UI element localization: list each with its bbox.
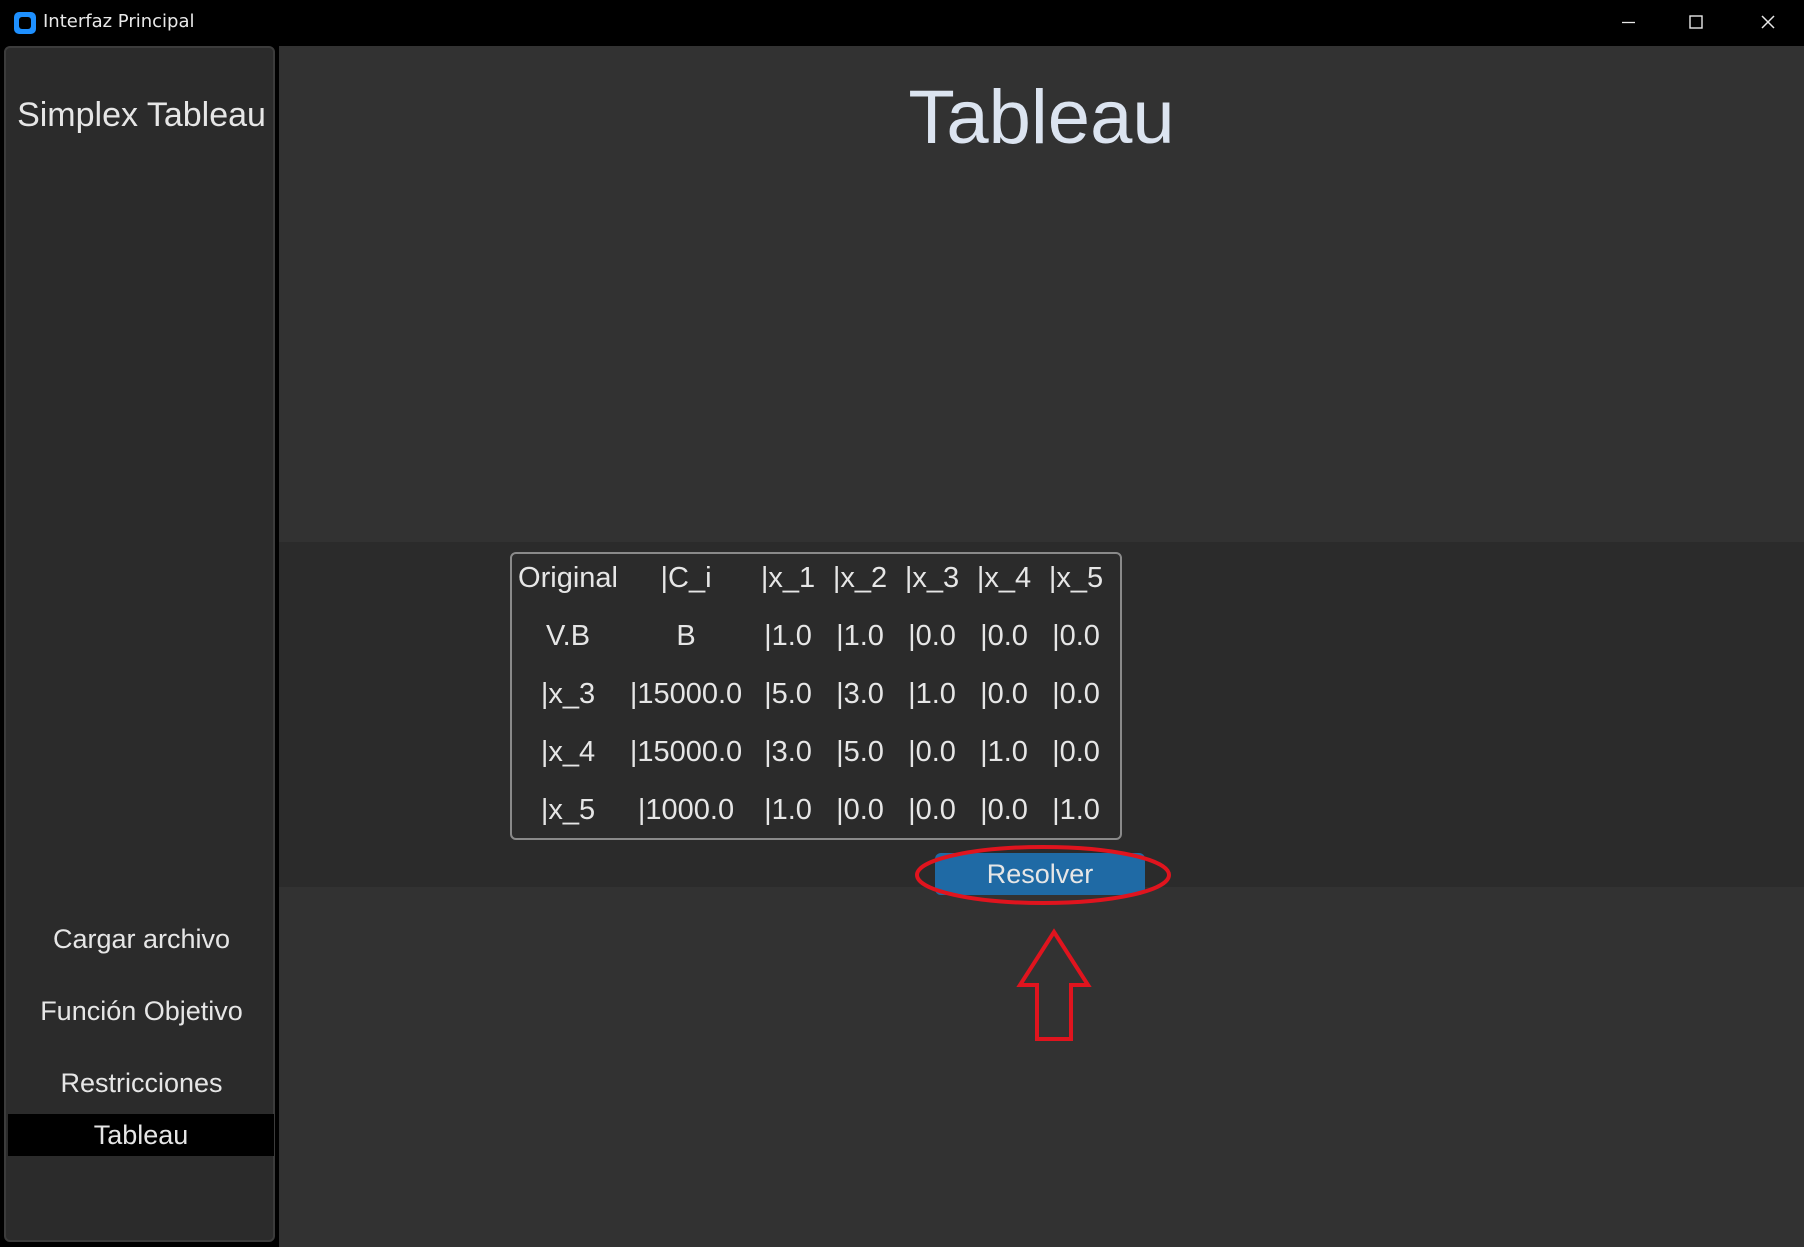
sidebar-item-label: Cargar archivo (52, 924, 231, 954)
table-cell: |0.0 (1052, 736, 1100, 768)
table-cell: |5.0 (764, 678, 812, 710)
page-title: Tableau (908, 75, 1175, 160)
table-cell: |1.0 (980, 736, 1028, 768)
sidebar-item-label: Restricciones (60, 1068, 223, 1098)
table-cell: |15000.0 (629, 678, 743, 710)
table-header-cell: |x_5 (1048, 562, 1104, 594)
table-cell: |x_5 (540, 794, 596, 826)
table-cell: |5.0 (836, 736, 884, 768)
close-button[interactable] (1733, 0, 1803, 45)
table-cell: |1.0 (1052, 794, 1100, 826)
table-cell: |0.0 (908, 620, 956, 652)
table-cell: |1.0 (764, 794, 812, 826)
title-bar: Interfaz Principal (0, 0, 1804, 45)
table-header-cell: |C_i (660, 562, 712, 594)
minimize-icon (1622, 21, 1635, 24)
window-title: Interfaz Principal (43, 11, 195, 32)
table-cell: |0.0 (980, 620, 1028, 652)
table-header-cell: |x_3 (904, 562, 960, 594)
table-cell: |15000.0 (629, 736, 743, 768)
table-cell: B (676, 620, 696, 652)
app-window: Interfaz Principal Simplex Tableau Carga… (0, 0, 1804, 1247)
table-cell: |0.0 (1052, 678, 1100, 710)
table-cell: |1.0 (908, 678, 956, 710)
sidebar-item-tableau[interactable]: Tableau (8, 1114, 274, 1156)
table-cell: |0.0 (980, 678, 1028, 710)
table-cell: |3.0 (764, 736, 812, 768)
resolve-button[interactable]: Resolver (935, 853, 1145, 895)
minimize-button[interactable] (1593, 0, 1663, 45)
sidebar: Simplex Tableau Cargar archivo Función O… (4, 46, 275, 1242)
close-icon (1761, 15, 1775, 29)
sidebar-item-funcion-objetivo[interactable]: Función Objetivo (6, 990, 277, 1032)
table-cell: |3.0 (836, 678, 884, 710)
sidebar-item-label: Tableau (93, 1120, 189, 1150)
sidebar-item-cargar-archivo[interactable]: Cargar archivo (6, 918, 277, 960)
table-cell: |x_4 (540, 736, 596, 768)
table-cell: |0.0 (836, 794, 884, 826)
table-cell: |1.0 (764, 620, 812, 652)
table-header-cell: |x_2 (832, 562, 888, 594)
maximize-button[interactable] (1660, 0, 1730, 45)
table-cell: |0.0 (908, 736, 956, 768)
table-cell: |1.0 (836, 620, 884, 652)
table-header-cell: |x_1 (760, 562, 816, 594)
tableau-panel: Original |C_i |x_1 |x_2 |x_3 |x_4 |x_5 V… (279, 542, 1804, 895)
table-header-cell: Original (518, 562, 618, 594)
app-icon (14, 12, 36, 34)
table-cell: |x_3 (540, 678, 596, 710)
table-header-cell: |x_4 (976, 562, 1032, 594)
main-content: Tableau Original |C_i |x_1 |x_2 |x_3 |x_… (279, 46, 1804, 1247)
sidebar-item-label: Función Objetivo (40, 996, 243, 1026)
table-cell: |0.0 (908, 794, 956, 826)
table-cell: |1000.0 (637, 794, 735, 826)
sidebar-title: Simplex Tableau (17, 96, 266, 134)
maximize-icon (1689, 15, 1703, 29)
table-cell: |0.0 (980, 794, 1028, 826)
table-cell: |0.0 (1052, 620, 1100, 652)
tableau-table: Original |C_i |x_1 |x_2 |x_3 |x_4 |x_5 V… (510, 552, 1122, 840)
table-cell: V.B (545, 620, 591, 652)
sidebar-item-restricciones[interactable]: Restricciones (6, 1062, 277, 1104)
